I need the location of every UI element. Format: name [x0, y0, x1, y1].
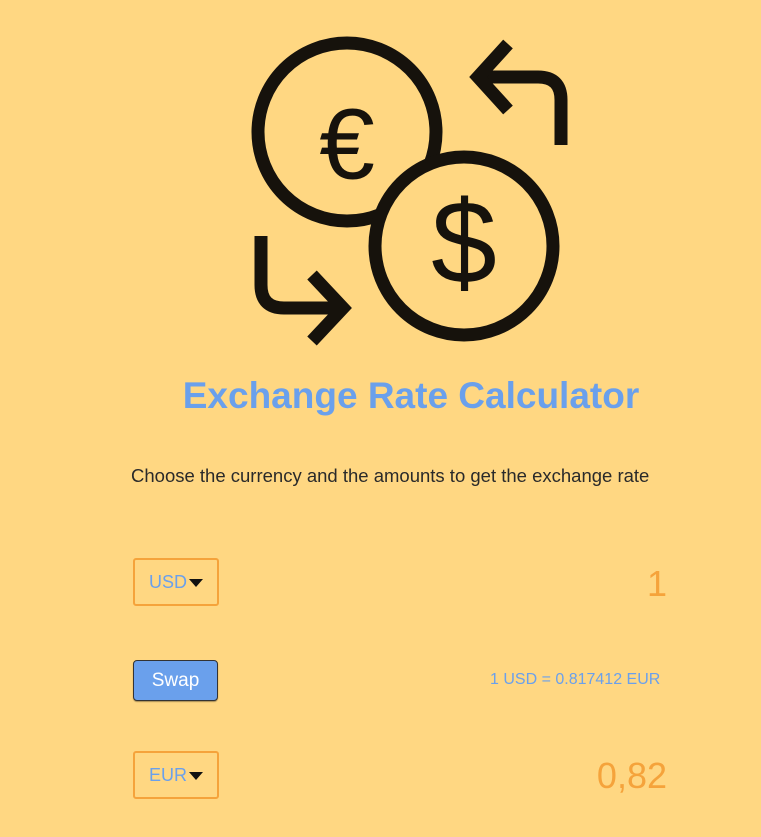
currency-one-select[interactable]: USD [133, 558, 219, 606]
page-subtitle: Choose the currency and the amounts to g… [131, 465, 650, 486]
rate-display: 1 USD = 0.817412 EUR [490, 671, 661, 688]
currency-two-value: EUR [149, 764, 188, 785]
currency-one-value: USD [149, 571, 188, 592]
currency-exchange-icon: € $ [251, 36, 568, 346]
caret-down-icon [189, 771, 204, 780]
dollar-symbol-icon: $ [431, 177, 497, 309]
amount-one-input[interactable]: 1 [647, 562, 667, 606]
swap-button[interactable]: Swap [133, 660, 218, 701]
currency-two-select[interactable]: EUR [133, 751, 219, 799]
caret-down-icon [189, 578, 204, 587]
euro-symbol-icon: € [319, 88, 375, 200]
page-title: Exchange Rate Calculator [182, 375, 640, 416]
amount-two-input[interactable]: 0,82 [597, 754, 667, 798]
